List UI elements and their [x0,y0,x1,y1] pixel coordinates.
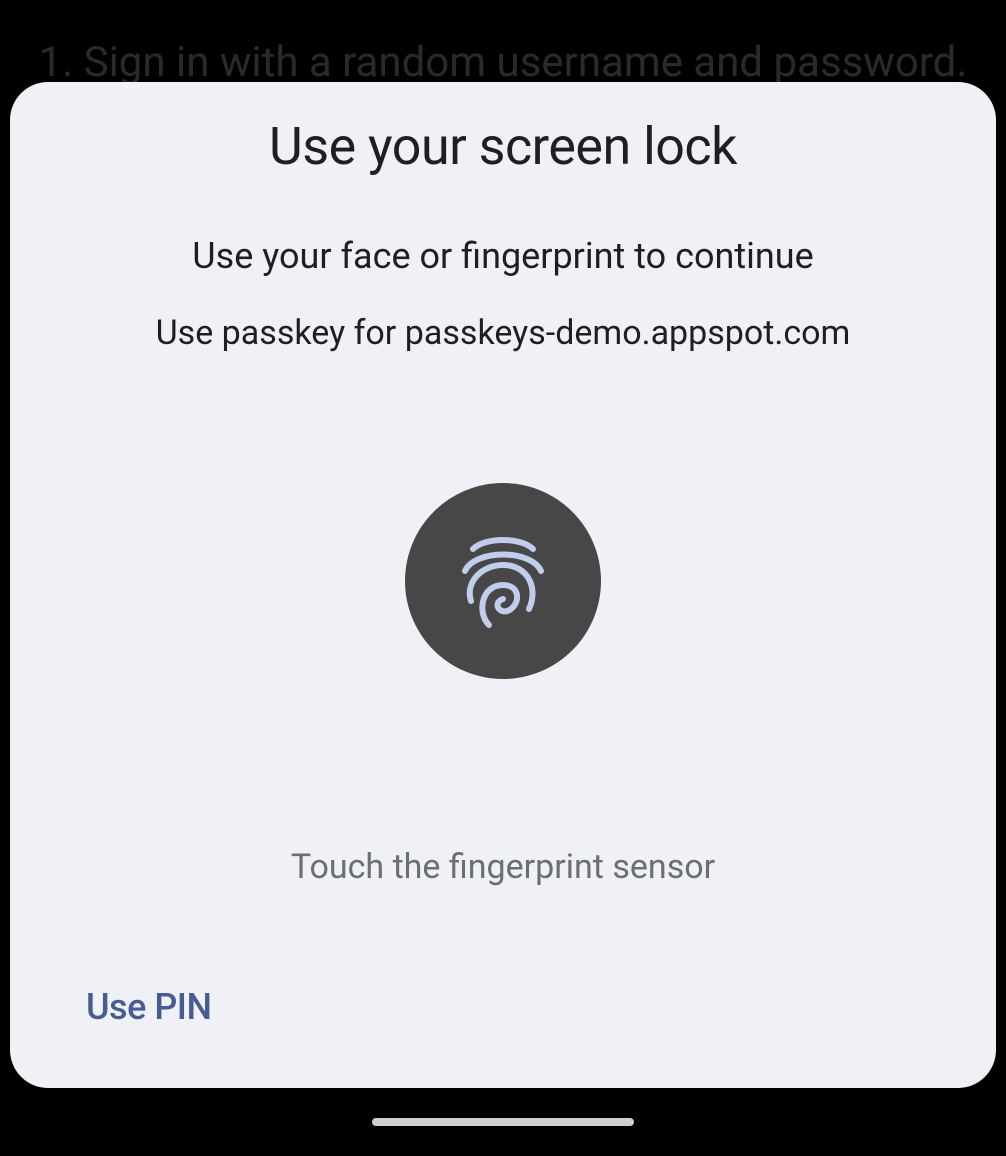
system-navigation-bar [0,1088,1006,1156]
dialog-title: Use your screen lock [269,116,737,177]
passkey-instruction: Use passkey for passkeys-demo.appspot.co… [156,313,851,353]
use-pin-button[interactable]: Use PIN [86,986,212,1028]
dialog-subtitle: Use your face or fingerprint to continue [192,235,813,277]
biometric-prompt-sheet: Use your screen lock Use your face or fi… [10,82,996,1088]
fingerprint-sensor-target[interactable] [405,483,601,679]
background-step-text: 1. Sign in with a random username and pa… [0,38,1006,87]
fingerprint-icon [459,531,547,631]
gesture-nav-handle[interactable] [372,1118,634,1126]
fingerprint-hint: Touch the fingerprint sensor [291,847,715,887]
